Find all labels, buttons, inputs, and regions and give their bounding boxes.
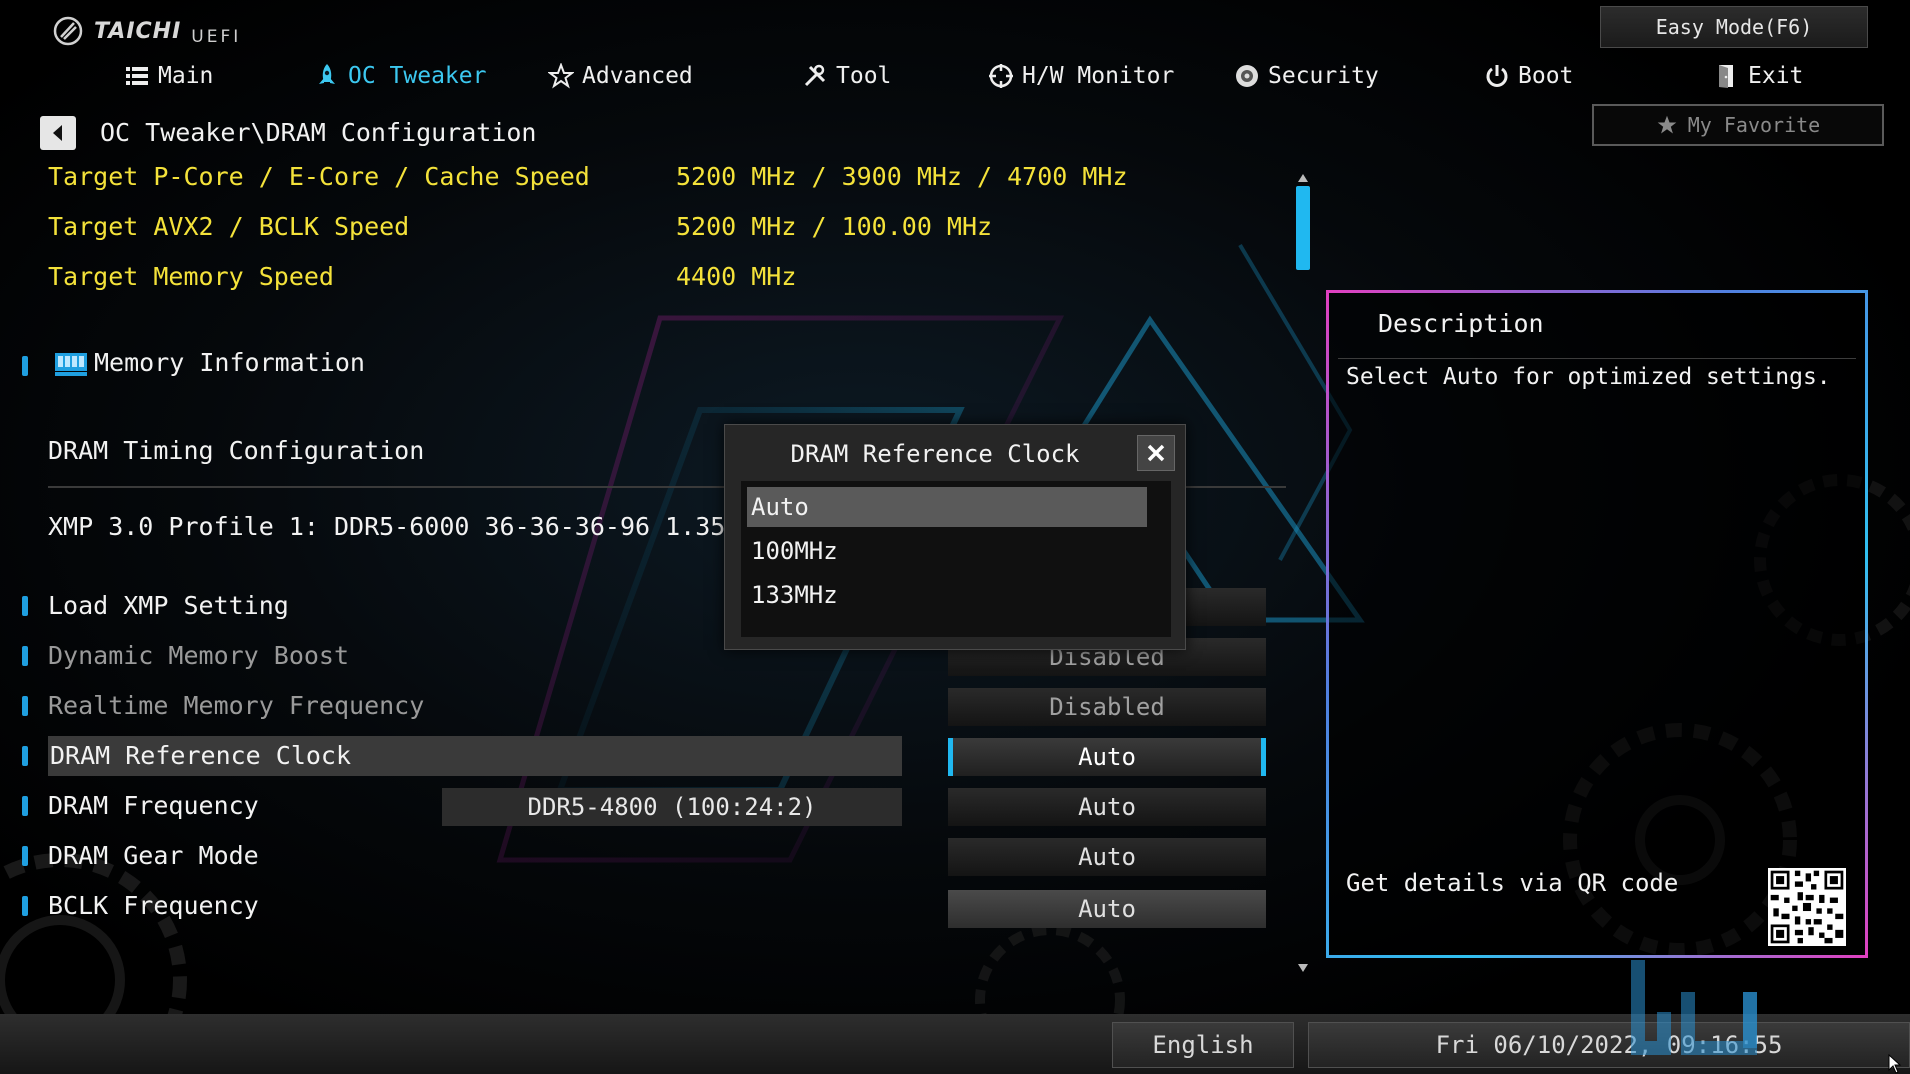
item-marker bbox=[22, 356, 28, 376]
tab-security-label: Security bbox=[1268, 63, 1379, 89]
item-marker bbox=[22, 696, 28, 716]
item-marker bbox=[22, 896, 28, 916]
item-marker bbox=[22, 596, 28, 616]
scrollbar-thumb[interactable] bbox=[1296, 186, 1310, 270]
memory-module-icon bbox=[55, 353, 87, 376]
target-core-speed-label: Target P-Core / E-Core / Cache Speed bbox=[48, 162, 590, 191]
dram-frequency-value[interactable]: Auto bbox=[948, 788, 1266, 826]
back-arrow-icon bbox=[53, 125, 62, 141]
target-avx2-bclk-value: 5200 MHz / 100.00 MHz bbox=[676, 212, 993, 241]
description-divider bbox=[1338, 358, 1856, 359]
power-icon bbox=[1486, 65, 1508, 87]
datetime-display: Fri 06/10/2022, 09:16:55 bbox=[1308, 1022, 1910, 1068]
bclk-frequency-value[interactable]: Auto bbox=[948, 890, 1266, 928]
dialog-option-100mhz[interactable]: 100MHz bbox=[747, 531, 1147, 571]
target-core-speed-value: 5200 MHz / 3900 MHz / 4700 MHz bbox=[676, 162, 1128, 191]
tab-security[interactable]: Security bbox=[1234, 56, 1379, 96]
back-button[interactable] bbox=[40, 116, 76, 150]
xmp-profile-info: XMP 3.0 Profile 1: DDR5-6000 36-36-36-96… bbox=[48, 512, 816, 541]
tab-advanced[interactable]: Advanced bbox=[548, 56, 693, 96]
scroll-down-arrow-icon[interactable] bbox=[1296, 962, 1310, 974]
target-memory-speed-value: 4400 MHz bbox=[676, 262, 797, 291]
tab-main-label: Main bbox=[158, 63, 214, 89]
dram-reference-clock-dialog: DRAM Reference Clock Auto 100MHz 133MHz bbox=[724, 424, 1186, 650]
bclk-frequency-label[interactable]: BCLK Frequency bbox=[48, 886, 259, 926]
dram-frequency-label[interactable]: DRAM Frequency bbox=[48, 786, 259, 826]
breadcrumb: OC Tweaker\DRAM Configuration bbox=[100, 118, 537, 147]
dram-gear-mode-label[interactable]: DRAM Gear Mode bbox=[48, 836, 259, 876]
crosshair-icon bbox=[989, 64, 1013, 88]
tab-hw-monitor-label: H/W Monitor bbox=[1022, 63, 1175, 89]
target-memory-speed-label: Target Memory Speed bbox=[48, 262, 334, 291]
tab-boot-label: Boot bbox=[1518, 63, 1574, 89]
realtime-memory-frequency-label[interactable]: Realtime Memory Frequency bbox=[48, 686, 424, 726]
description-text: Select Auto for optimized settings. bbox=[1346, 364, 1831, 390]
tab-tool-label: Tool bbox=[836, 63, 892, 89]
tab-main[interactable]: Main bbox=[124, 56, 213, 96]
star-icon bbox=[548, 63, 574, 89]
qr-code-icon bbox=[1768, 868, 1846, 946]
tab-boot[interactable]: Boot bbox=[1484, 56, 1573, 96]
scroll-up-arrow-icon[interactable] bbox=[1296, 172, 1310, 184]
easy-mode-button[interactable]: Easy Mode(F6) bbox=[1600, 6, 1868, 48]
tab-exit[interactable]: Exit bbox=[1714, 56, 1803, 96]
load-xmp-setting-label[interactable]: Load XMP Setting bbox=[48, 586, 289, 626]
list-icon bbox=[126, 67, 148, 85]
main-nav: Main OC Tweaker Advanced Tool H/W Monito… bbox=[0, 56, 1910, 96]
tab-tool[interactable]: Tool bbox=[802, 56, 891, 96]
realtime-memory-frequency-value[interactable]: Disabled bbox=[948, 688, 1266, 726]
rocket-icon bbox=[319, 64, 335, 84]
star-filled-icon bbox=[1657, 115, 1677, 134]
language-button[interactable]: English bbox=[1112, 1022, 1294, 1068]
brand-subtitle: UEFI bbox=[191, 27, 242, 47]
target-avx2-bclk-label: Target AVX2 / BCLK Speed bbox=[48, 212, 410, 241]
tab-exit-label: Exit bbox=[1748, 63, 1804, 89]
dram-reference-clock-value[interactable]: Auto bbox=[948, 738, 1266, 776]
item-marker bbox=[22, 646, 28, 666]
tab-oc-tweaker[interactable]: OC Tweaker bbox=[314, 56, 486, 96]
dialog-title: DRAM Reference Clock bbox=[790, 440, 1080, 468]
memory-information-item[interactable]: Memory Information bbox=[94, 346, 365, 380]
exit-door-icon bbox=[1719, 65, 1733, 88]
dram-frequency-readout: DDR5-4800 (100:24:2) bbox=[442, 788, 902, 826]
dram-gear-mode-value[interactable]: Auto bbox=[948, 838, 1266, 876]
shield-icon bbox=[1236, 65, 1258, 87]
dialog-close-button[interactable] bbox=[1137, 435, 1175, 471]
my-favorite-label: My Favorite bbox=[1687, 113, 1821, 137]
tab-hw-monitor[interactable]: H/W Monitor bbox=[988, 56, 1174, 96]
description-title: Description bbox=[1378, 309, 1544, 338]
item-marker bbox=[22, 846, 28, 866]
brand: TAICHI UEFI bbox=[52, 14, 241, 48]
dynamic-memory-boost-label[interactable]: Dynamic Memory Boost bbox=[48, 636, 349, 676]
brand-name: TAICHI bbox=[94, 18, 182, 44]
mouse-cursor-icon bbox=[1888, 1054, 1902, 1074]
my-favorite-button[interactable]: My Favorite bbox=[1592, 104, 1884, 146]
dialog-option-list: Auto 100MHz 133MHz bbox=[741, 481, 1171, 637]
bios-screen: TAICHI UEFI Easy Mode(F6) Main OC Tweake… bbox=[0, 0, 1910, 1074]
tab-advanced-label: Advanced bbox=[582, 63, 693, 89]
qr-code-label: Get details via QR code bbox=[1346, 869, 1679, 897]
dram-timing-configuration-item[interactable]: DRAM Timing Configuration bbox=[48, 434, 424, 468]
close-icon bbox=[1147, 444, 1165, 462]
dialog-option-auto[interactable]: Auto bbox=[747, 487, 1147, 527]
dialog-option-133mhz[interactable]: 133MHz bbox=[747, 575, 1147, 615]
tab-oc-tweaker-label: OC Tweaker bbox=[348, 63, 487, 89]
item-marker bbox=[22, 796, 28, 816]
taichi-logo-icon bbox=[53, 16, 83, 46]
tools-icon bbox=[804, 64, 826, 87]
item-marker bbox=[22, 746, 28, 766]
dram-reference-clock-label[interactable]: DRAM Reference Clock bbox=[48, 736, 902, 776]
